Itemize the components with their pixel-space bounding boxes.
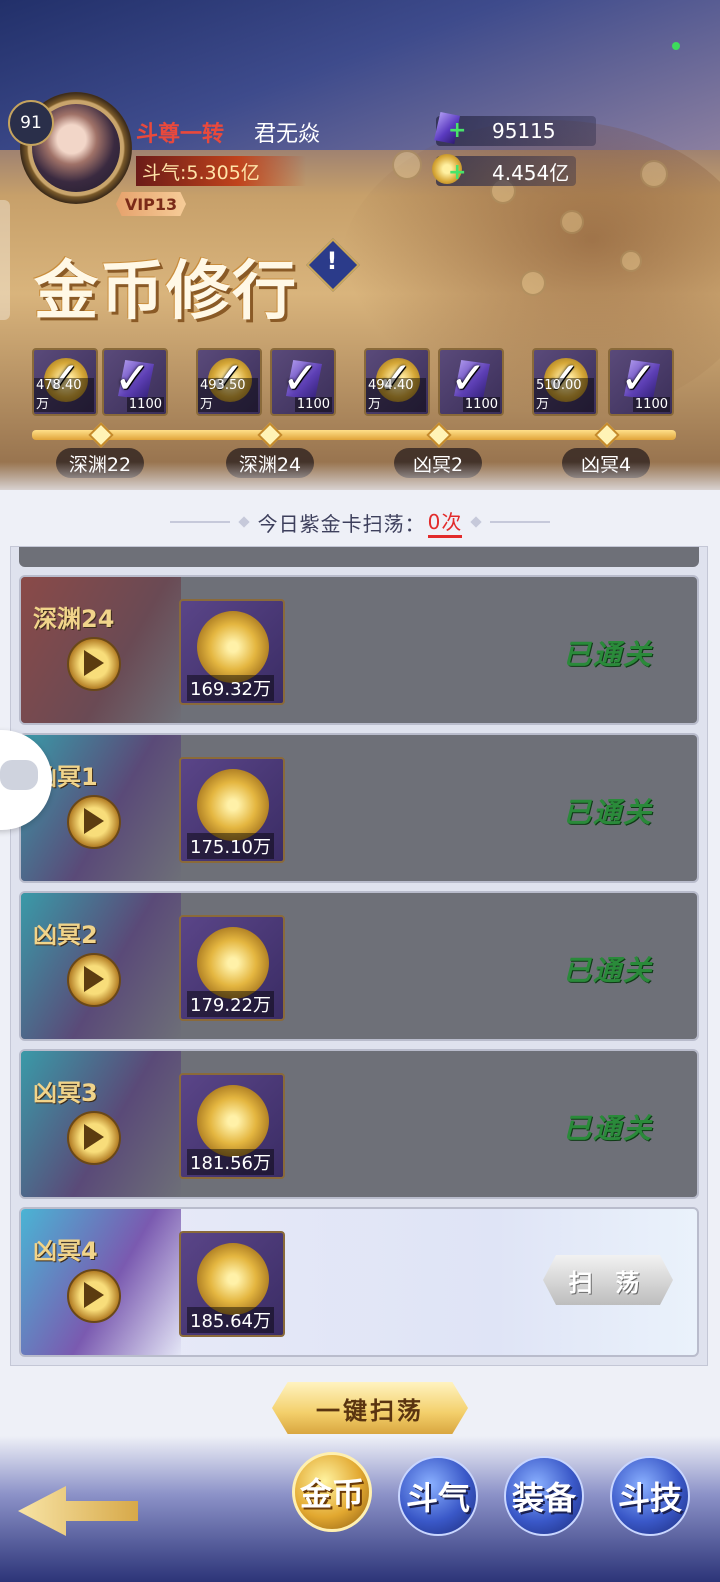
milestone-gold-reward[interactable]: ✓ 510.00万 xyxy=(532,348,598,416)
player-rank-title: 斗尊一转 xyxy=(136,122,225,147)
reward-amount: 1100 xyxy=(632,397,670,412)
reward-amount: 185.64万 xyxy=(187,1307,274,1333)
list-row-partial xyxy=(19,547,699,567)
milestone-gold-reward[interactable]: ✓ 478.40万 xyxy=(32,348,98,416)
daily-sweep-label: 今日紫金卡扫荡： xyxy=(257,511,426,536)
plus-icon: + xyxy=(448,118,467,143)
gold-amount: 4.454亿 xyxy=(492,160,570,185)
milestone-gem-reward[interactable]: ✓ 1100 xyxy=(270,348,336,416)
stage-row-current[interactable]: 凶冥4 185.64万 扫 荡 xyxy=(19,1207,699,1357)
reward-amount: 494.40万 xyxy=(366,378,426,412)
reward-amount: 179.22万 xyxy=(187,991,274,1017)
falling-coin-decoration xyxy=(640,160,668,188)
stage-row[interactable]: 深渊24 169.32万 已通关 xyxy=(19,575,699,725)
stage-reward[interactable]: 181.56万 xyxy=(179,1073,285,1179)
reward-amount: 1100 xyxy=(462,397,500,412)
stage-list[interactable]: 深渊24 169.32万 已通关 凶冥1 175.10万 已通关 凶冥2 179… xyxy=(10,546,708,1366)
daily-sweep-info: 今日紫金卡扫荡： 0次 xyxy=(0,506,720,538)
gold-coin-icon xyxy=(197,611,269,683)
gold-coin-icon xyxy=(197,769,269,841)
stage-name: 深渊24 xyxy=(33,605,115,633)
reward-amount: 1100 xyxy=(126,397,164,412)
falling-coin-decoration xyxy=(560,210,584,234)
side-handle[interactable] xyxy=(0,200,10,320)
sweep-button[interactable]: 扫 荡 xyxy=(543,1255,673,1305)
play-icon xyxy=(84,1124,104,1150)
reward-amount: 1100 xyxy=(294,397,332,412)
reward-amount: 175.10万 xyxy=(187,833,274,859)
tab-skill[interactable]: 斗技 xyxy=(610,1456,690,1536)
milestone-gold-reward[interactable]: ✓ 493.50万 xyxy=(196,348,262,416)
divider-line xyxy=(169,521,230,523)
milestone-progress-bar xyxy=(32,430,676,440)
stage-reward[interactable]: 185.64万 xyxy=(179,1231,285,1337)
play-icon xyxy=(84,808,104,834)
falling-coin-decoration xyxy=(620,250,642,272)
add-gold-button[interactable]: + xyxy=(430,152,470,188)
gold-coin-icon xyxy=(197,1085,269,1157)
player-level-badge: 91 xyxy=(8,100,54,146)
diamond-ornament-icon xyxy=(470,516,483,528)
milestone-gem-reward[interactable]: ✓ 1100 xyxy=(438,348,504,416)
gem-amount: 95115 xyxy=(492,119,556,143)
one-key-sweep-button[interactable]: 一键扫荡 xyxy=(272,1382,468,1434)
milestone-gold-reward[interactable]: ✓ 494.40万 xyxy=(364,348,430,416)
stage-name: 凶冥3 xyxy=(33,1079,98,1107)
stage-row[interactable]: 凶冥1 175.10万 已通关 xyxy=(19,733,699,883)
stage-row[interactable]: 凶冥3 181.56万 已通关 xyxy=(19,1049,699,1199)
cleared-status: 已通关 xyxy=(562,954,653,987)
reward-amount: 169.32万 xyxy=(187,675,274,701)
play-icon xyxy=(84,650,104,676)
tab-qi[interactable]: 斗气 xyxy=(398,1456,478,1536)
reward-amount: 181.56万 xyxy=(187,1149,274,1175)
stage-name: 凶冥4 xyxy=(33,1237,98,1265)
reward-amount: 510.00万 xyxy=(534,378,594,412)
stage-row[interactable]: 凶冥2 179.22万 已通关 xyxy=(19,891,699,1041)
stage-reward[interactable]: 175.10万 xyxy=(179,757,285,863)
page-title: 金币修行 xyxy=(34,254,298,329)
player-name: 君无焱 xyxy=(254,122,321,147)
stage-name: 凶冥2 xyxy=(33,921,98,949)
tab-gold[interactable]: 金币 xyxy=(292,1452,372,1532)
falling-coin-decoration xyxy=(520,270,546,296)
tab-equip[interactable]: 装备 xyxy=(504,1456,584,1536)
divider-line xyxy=(490,521,551,523)
milestone-gem-reward[interactable]: ✓ 1100 xyxy=(608,348,674,416)
info-icon: ! xyxy=(326,247,338,275)
falling-coin-decoration xyxy=(392,150,422,180)
add-gem-button[interactable]: + xyxy=(430,112,470,148)
gold-coin-icon xyxy=(197,927,269,999)
vip-badge[interactable]: VIP13 xyxy=(116,192,186,216)
stage-reward[interactable]: 179.22万 xyxy=(179,915,285,1021)
cleared-status: 已通关 xyxy=(562,1112,653,1145)
gamepad-icon xyxy=(0,760,38,790)
diamond-ornament-icon xyxy=(237,516,250,528)
play-icon xyxy=(84,1282,104,1308)
cleared-status: 已通关 xyxy=(562,638,653,671)
reward-amount: 478.40万 xyxy=(34,378,94,412)
gold-coin-icon xyxy=(197,1243,269,1315)
daily-sweep-count: 0次 xyxy=(427,506,463,538)
milestone-gem-reward[interactable]: ✓ 1100 xyxy=(102,348,168,416)
play-icon xyxy=(84,966,104,992)
reward-amount: 493.50万 xyxy=(198,378,258,412)
cleared-status: 已通关 xyxy=(562,796,653,829)
stage-reward[interactable]: 169.32万 xyxy=(179,599,285,705)
power-display: 斗气:5.305亿 xyxy=(136,156,306,186)
status-dot xyxy=(672,42,680,50)
plus-icon: + xyxy=(448,160,467,185)
